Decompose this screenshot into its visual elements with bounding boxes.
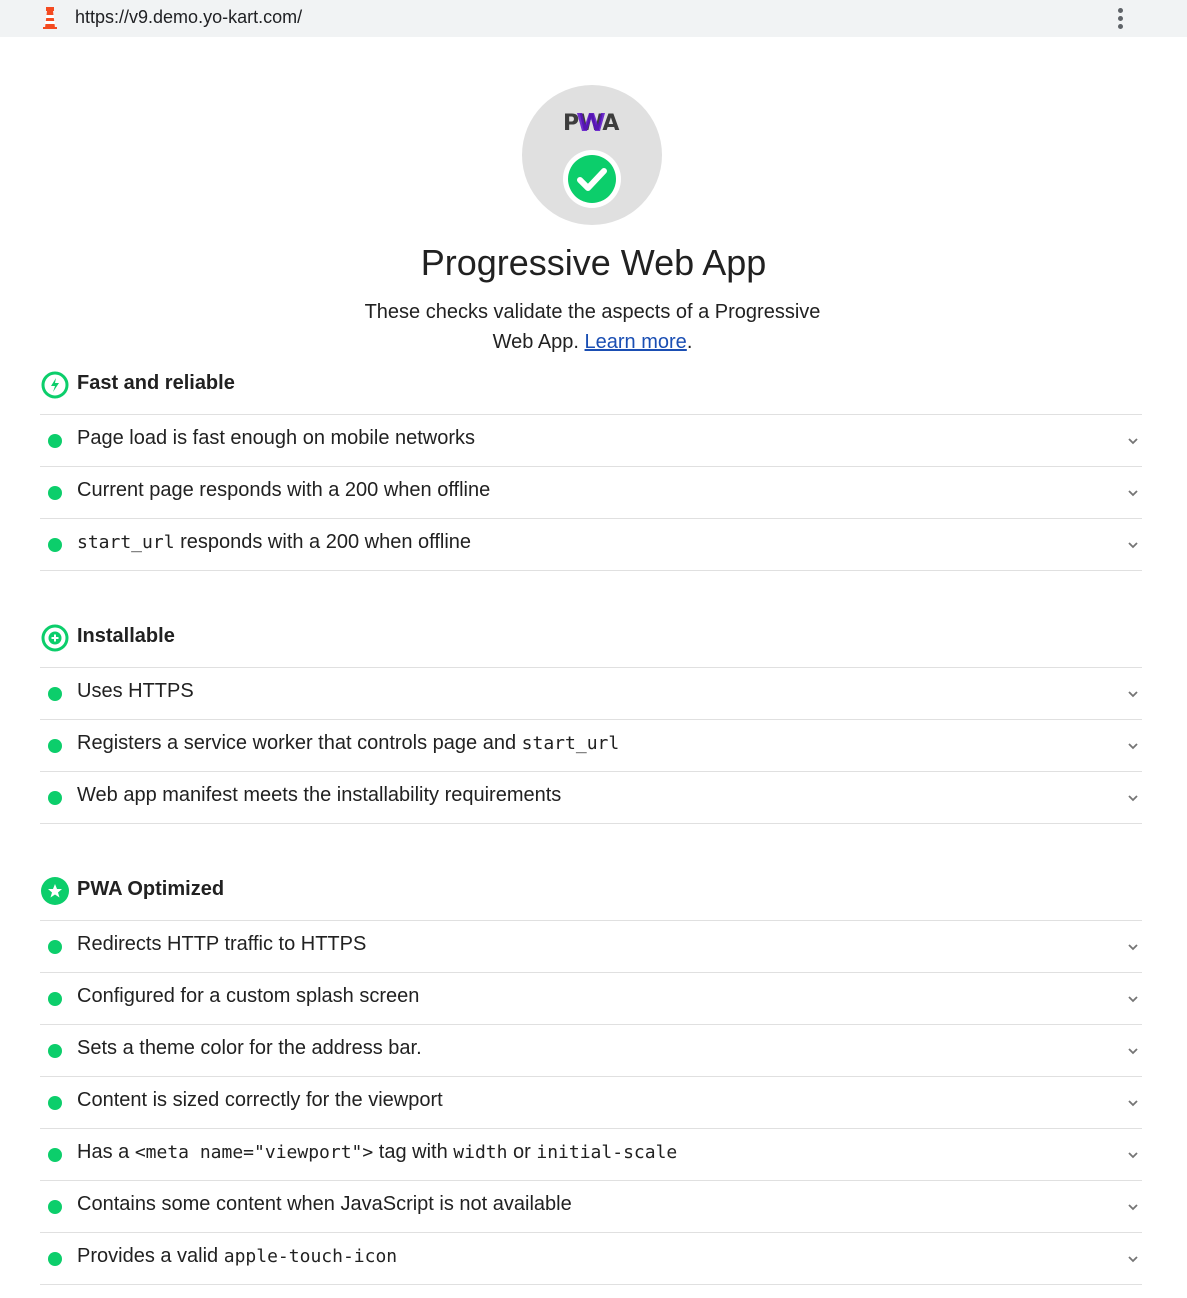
audit-title: Configured for a custom splash screen bbox=[77, 985, 419, 1008]
pass-indicator-icon bbox=[48, 538, 62, 552]
pass-indicator-icon bbox=[48, 739, 62, 753]
audit-title-part: Configured for a custom splash screen bbox=[77, 985, 420, 1007]
pass-indicator-icon bbox=[48, 1252, 62, 1266]
audit-row[interactable]: Sets a theme color for the address bar. bbox=[40, 1025, 1142, 1077]
pass-indicator-icon bbox=[48, 486, 62, 500]
chevron-down-icon[interactable] bbox=[1126, 1252, 1140, 1266]
audit-title: Web app manifest meets the installabilit… bbox=[77, 784, 561, 807]
audit-title-part: Sets a theme color for the address bar. bbox=[77, 1037, 422, 1059]
group-title: Installable bbox=[77, 625, 175, 647]
audit-title-part: Registers a service worker that controls… bbox=[77, 732, 522, 754]
audit-row[interactable]: Current page responds with a 200 when of… bbox=[40, 467, 1142, 519]
audit-title-part: Has a bbox=[77, 1141, 135, 1163]
audit-row[interactable]: Page load is fast enough on mobile netwo… bbox=[40, 415, 1142, 467]
category-description: These checks validate the aspects of a P… bbox=[355, 297, 830, 357]
audit-title-part: start_url bbox=[77, 532, 175, 553]
audit-row[interactable]: start_url responds with a 200 when offli… bbox=[40, 519, 1142, 571]
pass-indicator-icon bbox=[48, 940, 62, 954]
pass-indicator-icon bbox=[48, 791, 62, 805]
category-header: PWA Progressive Web App These checks val… bbox=[0, 37, 1187, 370]
audit-row[interactable]: Provides a valid apple-touch-icon bbox=[40, 1233, 1142, 1285]
chevron-down-icon[interactable] bbox=[1126, 940, 1140, 954]
audit-title-part: apple-touch-icon bbox=[223, 1246, 398, 1267]
pass-indicator-icon bbox=[48, 1148, 62, 1162]
audit-title: Sets a theme color for the address bar. bbox=[77, 1037, 422, 1060]
audit-row[interactable]: Has a <meta name="viewport"> tag with wi… bbox=[40, 1129, 1142, 1181]
audit-title-part: Provides a valid bbox=[77, 1245, 224, 1267]
audit-title-part: Uses HTTPS bbox=[77, 680, 194, 702]
chevron-down-icon[interactable] bbox=[1126, 538, 1140, 552]
audit-title-part: initial-scale bbox=[536, 1142, 678, 1163]
learn-more-link[interactable]: Learn more bbox=[585, 331, 687, 353]
url-text[interactable]: https://v9.demo.yo-kart.com/ bbox=[75, 7, 302, 28]
audit-groups: Fast and reliable Page load is fast enoug… bbox=[0, 370, 1187, 1285]
audit-row[interactable]: Uses HTTPS bbox=[40, 668, 1142, 720]
audit-title-part: start_url bbox=[521, 733, 620, 754]
chevron-down-icon[interactable] bbox=[1126, 687, 1140, 701]
audit-group: Fast and reliable Page load is fast enoug… bbox=[40, 370, 1142, 571]
audit-title-part: Redirects HTTP traffic to HTTPS bbox=[77, 933, 367, 955]
audit-title: Contains some content when JavaScript is… bbox=[77, 1193, 572, 1216]
audit-group: Installable Uses HTTPS Registers a service… bbox=[40, 623, 1142, 824]
page-title: Progressive Web App bbox=[420, 242, 767, 283]
audit-row[interactable]: Content is sized correctly for the viewp… bbox=[40, 1077, 1142, 1129]
group-header: PWA Optimized bbox=[40, 876, 1142, 921]
pass-indicator-icon bbox=[48, 434, 62, 448]
audit-row[interactable]: Registers a service worker that controls… bbox=[40, 720, 1142, 772]
lightning-bolt-icon bbox=[41, 371, 69, 399]
lighthouse-icon bbox=[43, 7, 57, 29]
group-title: Fast and reliable bbox=[77, 372, 235, 394]
audit-title-part: Content is sized correctly for the viewp… bbox=[77, 1089, 443, 1111]
chevron-down-icon[interactable] bbox=[1126, 1200, 1140, 1214]
group-header: Fast and reliable bbox=[40, 370, 1142, 415]
audit-title: start_url responds with a 200 when offli… bbox=[77, 531, 471, 554]
audit-row[interactable]: Web app manifest meets the installabilit… bbox=[40, 772, 1142, 824]
group-header: Installable bbox=[40, 623, 1142, 668]
audit-group: PWA Optimized Redirects HTTP traffic to H… bbox=[40, 876, 1142, 1285]
audit-row[interactable]: Redirects HTTP traffic to HTTPS bbox=[40, 921, 1142, 973]
audit-title: Registers a service worker that controls… bbox=[77, 732, 619, 755]
browser-toolbar: https://v9.demo.yo-kart.com/ bbox=[0, 0, 1187, 37]
audit-title: Has a <meta name="viewport"> tag with wi… bbox=[77, 1141, 677, 1164]
pass-indicator-icon bbox=[48, 687, 62, 701]
pass-indicator-icon bbox=[48, 1096, 62, 1110]
chevron-down-icon[interactable] bbox=[1126, 1096, 1140, 1110]
audit-title: Provides a valid apple-touch-icon bbox=[77, 1245, 397, 1268]
audit-title-part: or bbox=[507, 1141, 537, 1163]
audit-title-part: Current page responds with a 200 when of… bbox=[77, 479, 491, 501]
pass-indicator-icon bbox=[48, 992, 62, 1006]
pass-indicator-icon bbox=[48, 1200, 62, 1214]
audit-title-part: Contains some content when JavaScript is… bbox=[77, 1193, 572, 1215]
pwa-gauge: PWA bbox=[522, 85, 662, 225]
audit-title: Uses HTTPS bbox=[77, 680, 194, 703]
description-end: . bbox=[686, 331, 693, 353]
audit-title: Redirects HTTP traffic to HTTPS bbox=[77, 933, 366, 956]
more-menu-icon[interactable] bbox=[1110, 6, 1132, 32]
audit-title-part: Web app manifest meets the installabilit… bbox=[77, 784, 562, 806]
star-icon bbox=[41, 877, 69, 905]
group-title: PWA Optimized bbox=[77, 878, 225, 900]
chevron-down-icon[interactable] bbox=[1126, 1148, 1140, 1162]
audit-title-part: width bbox=[453, 1142, 508, 1163]
audit-title-part: Page load is fast enough on mobile netwo… bbox=[77, 427, 476, 449]
check-badge-icon bbox=[563, 150, 621, 208]
chevron-down-icon[interactable] bbox=[1126, 992, 1140, 1006]
audit-row[interactable]: Configured for a custom splash screen bbox=[40, 973, 1142, 1025]
plus-icon bbox=[41, 624, 69, 652]
audit-title: Page load is fast enough on mobile netwo… bbox=[77, 427, 475, 450]
audit-title: Current page responds with a 200 when of… bbox=[77, 479, 490, 502]
pass-indicator-icon bbox=[48, 1044, 62, 1058]
audit-title-part: <meta name="viewport"> bbox=[134, 1142, 374, 1163]
chevron-down-icon[interactable] bbox=[1126, 434, 1140, 448]
audit-title: Content is sized correctly for the viewp… bbox=[77, 1089, 443, 1112]
pwa-logo-icon: PWA bbox=[563, 111, 619, 135]
audit-title-part: tag with bbox=[373, 1141, 454, 1163]
audit-row[interactable]: Contains some content when JavaScript is… bbox=[40, 1181, 1142, 1233]
audit-title-part: responds with a 200 when offline bbox=[174, 531, 472, 553]
chevron-down-icon[interactable] bbox=[1126, 486, 1140, 500]
chevron-down-icon[interactable] bbox=[1126, 791, 1140, 805]
chevron-down-icon[interactable] bbox=[1126, 739, 1140, 753]
chevron-down-icon[interactable] bbox=[1126, 1044, 1140, 1058]
